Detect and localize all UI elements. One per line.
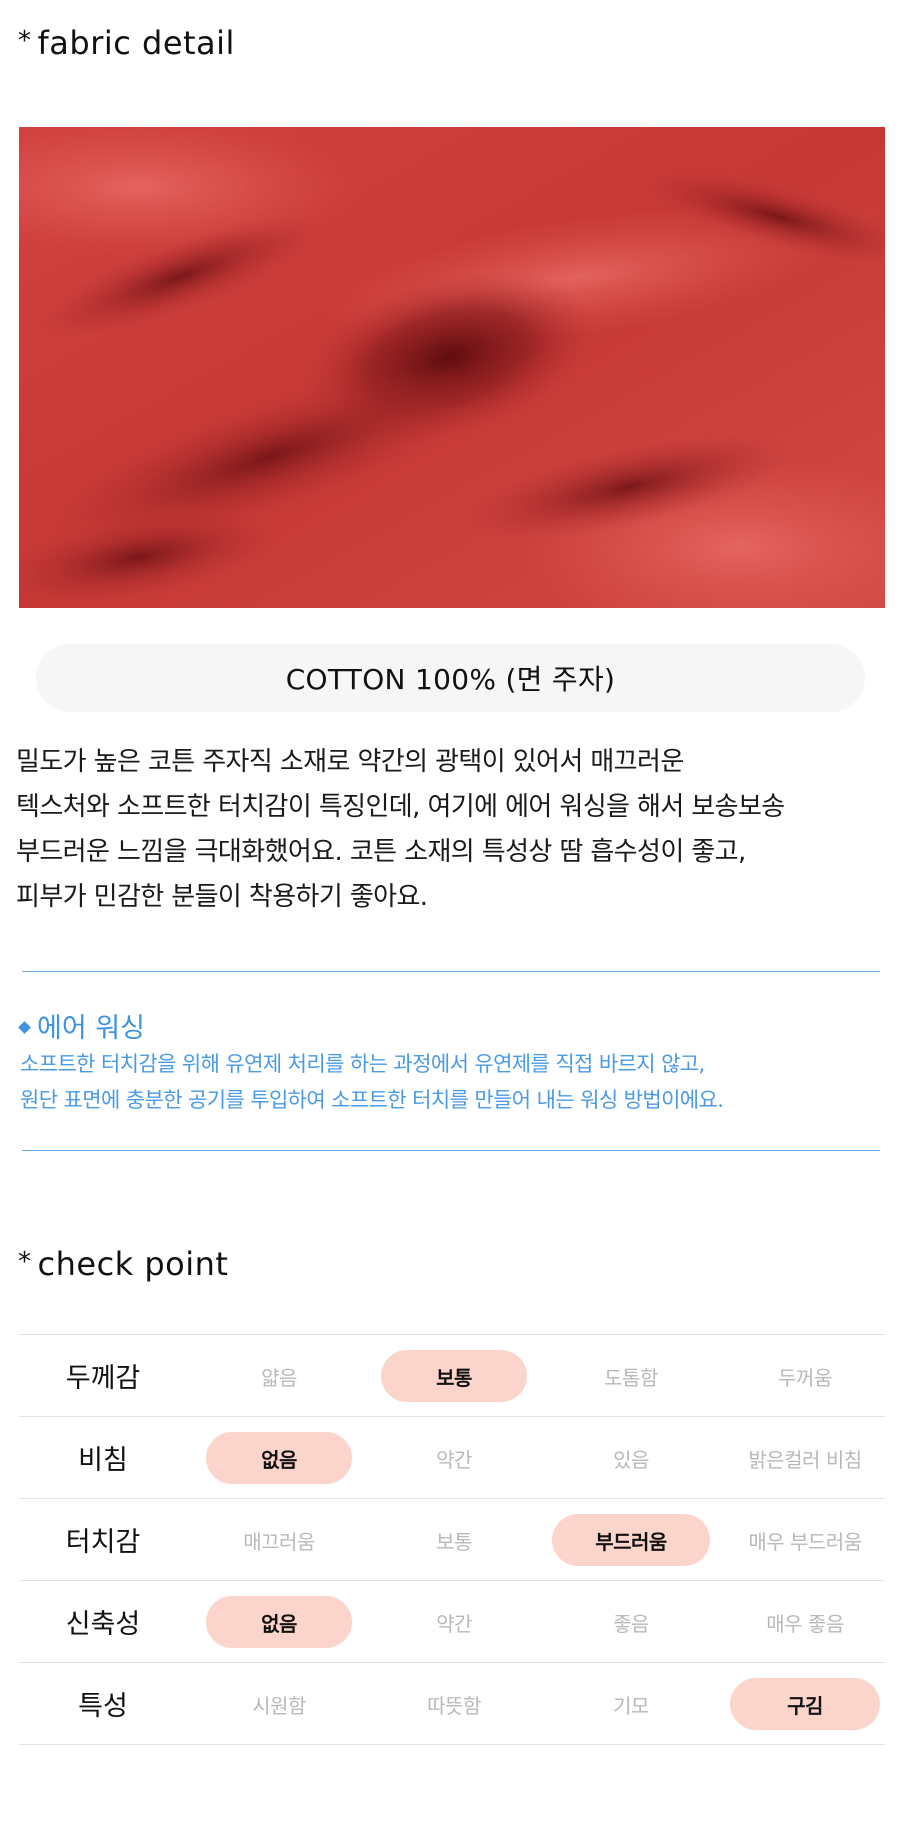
option-good: 좋음 [613, 1611, 649, 1636]
option-cool: 시원함 [252, 1693, 306, 1718]
option-yes: 있음 [613, 1447, 649, 1472]
option-none: 없음 [206, 1432, 352, 1484]
diamond-bullet-icon [18, 1021, 31, 1034]
option-thin: 얇음 [261, 1365, 297, 1390]
air-washing-description: 소프트한 터치감을 위해 유연제 처리를 하는 과정에서 유연제를 직접 바르지… [20, 1046, 724, 1118]
note-divider-bottom [22, 1150, 880, 1151]
option-soft: 부드러움 [552, 1514, 710, 1566]
row-label: 터치감 [65, 1527, 141, 1558]
option-thick: 두꺼움 [778, 1365, 832, 1390]
fabric-description: 밀도가 높은 코튼 주자직 소재로 약간의 광택이 있어서 매끄러운 텍스처와 … [16, 740, 896, 920]
check-row-characteristic: 특성 시원함 따뜻함 기모 구김 [19, 1663, 885, 1745]
air-washing-heading: 에어 워싱 [18, 1006, 145, 1045]
option-medium-thick: 도톰함 [604, 1365, 658, 1390]
description-line: 밀도가 높은 코튼 주자직 소재로 약간의 광택이 있어서 매끄러운 [16, 747, 684, 777]
option-very-soft: 매우 부드러움 [748, 1529, 862, 1554]
option-smooth: 매끄러움 [243, 1529, 315, 1554]
check-row-thickness: 두께감 얇음 보통 도톰함 두꺼움 [19, 1335, 885, 1417]
option-very-good: 매우 좋음 [766, 1611, 844, 1636]
row-label: 두께감 [65, 1363, 141, 1394]
check-point-title: * check point [18, 1245, 228, 1283]
check-row-sheerness: 비침 없음 약간 있음 밝은컬러 비침 [19, 1417, 885, 1499]
product-detail-page: * fabric detail COTTON 100% (면 주자) 밀도가 높… [0, 0, 900, 1840]
check-point-table: 두께감 얇음 보통 도톰함 두꺼움 비침 없음 약간 있음 밝은컬러 비침 터치… [19, 1334, 885, 1745]
fabric-detail-title: * fabric detail [18, 24, 235, 62]
asterisk-icon: * [18, 26, 32, 56]
material-composition-label: COTTON 100% (면 주자) [36, 644, 865, 712]
option-slight: 약간 [436, 1447, 472, 1472]
option-warm: 따뜻함 [427, 1693, 481, 1718]
option-slight: 약간 [436, 1611, 472, 1636]
fabric-detail-title-text: fabric detail [37, 24, 235, 62]
description-line: 부드러운 느낌을 극대화했어요. 코튼 소재의 특성상 땀 흡수성이 좋고, [16, 837, 746, 867]
option-none: 없음 [206, 1596, 352, 1648]
check-point-title-text: check point [37, 1245, 229, 1283]
option-wrinkle: 구김 [730, 1678, 880, 1730]
note-line-text: 소프트한 터치감을 위해 유연제 처리를 하는 과정에서 유연제를 직접 바르지… [20, 1052, 705, 1076]
option-normal: 보통 [381, 1350, 527, 1402]
description-line: 피부가 민감한 분들이 착용하기 좋아요. [16, 882, 428, 912]
option-brushed: 기모 [613, 1693, 649, 1718]
row-label: 특성 [78, 1691, 128, 1722]
note-line-text: 원단 표면에 충분한 공기를 투입하여 소프트한 터치를 만들어 내는 워싱 방… [20, 1088, 724, 1112]
air-washing-heading-text: 에어 워싱 [37, 1013, 145, 1044]
option-light-color-sheer: 밝은컬러 비침 [748, 1447, 862, 1472]
red-fabric-image [19, 127, 885, 608]
description-line: 텍스처와 소프트한 터치감이 특징인데, 여기에 에어 워싱을 해서 보송보송 [16, 792, 785, 822]
row-label: 비침 [78, 1445, 128, 1476]
fabric-photo [19, 127, 885, 608]
check-row-stretch: 신축성 없음 약간 좋음 매우 좋음 [19, 1581, 885, 1663]
note-divider-top [22, 971, 880, 972]
option-normal: 보통 [436, 1529, 472, 1554]
check-row-touch: 터치감 매끄러움 보통 부드러움 매우 부드러움 [19, 1499, 885, 1581]
asterisk-icon: * [18, 1247, 32, 1277]
row-label: 신축성 [65, 1609, 141, 1640]
